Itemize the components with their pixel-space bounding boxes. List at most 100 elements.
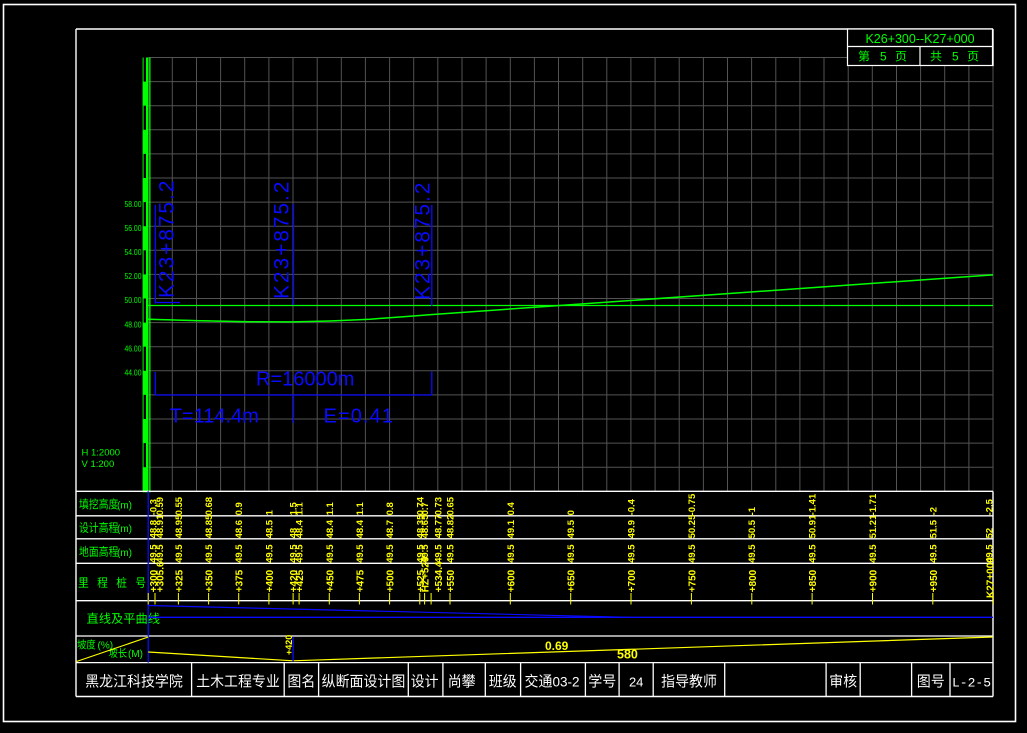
svg-text:50.5: 50.5 [747,519,758,538]
svg-text:0.73: 0.73 [433,497,444,516]
svg-text:0.7: 0.7 [420,502,431,515]
svg-text:49.5: 49.5 [295,544,306,563]
svg-text:0.59: 0.59 [155,497,166,516]
svg-text:0.69: 0.69 [545,639,569,653]
svg-text:49.5: 49.5 [566,519,577,538]
svg-text:+800: +800 [748,569,759,592]
svg-text:49.5: 49.5 [155,544,166,563]
svg-text:0.8: 0.8 [385,502,396,515]
svg-text:48.65: 48.65 [420,514,431,538]
svg-text:+900: +900 [869,569,880,592]
svg-text:L-2-5: L-2-5 [952,676,991,691]
svg-text:0: 0 [566,510,577,515]
svg-text:+534.4: +534.4 [434,561,445,592]
svg-text:-2.5: -2.5 [984,498,995,515]
svg-text:52: 52 [984,528,995,539]
svg-text:R=16000m: R=16000m [256,369,354,391]
svg-text:5: 5 [880,50,887,64]
svg-text:48.82: 48.82 [446,515,457,539]
svg-text:+475: +475 [355,569,366,592]
svg-text:49.5: 49.5 [868,544,879,563]
svg-text:48.4: 48.4 [325,519,336,538]
svg-text:0.68: 0.68 [204,497,215,516]
svg-text:49.5: 49.5 [325,544,336,563]
svg-text:48.7: 48.7 [385,520,396,539]
svg-text:51.21: 51.21 [868,514,879,538]
svg-text:0.9: 0.9 [234,502,245,515]
svg-text:580: 580 [617,648,638,662]
svg-text:(m): (m) [117,501,132,512]
svg-text:-1: -1 [747,506,758,515]
svg-text:+650: +650 [567,569,578,592]
svg-text:K23+875.2: K23+875.2 [271,180,294,299]
svg-text:T=114.4m: T=114.4m [170,406,259,428]
svg-text:51.5: 51.5 [928,519,939,538]
svg-text:58.00: 58.00 [124,199,141,209]
svg-text:+550: +550 [446,569,457,592]
svg-text:+700: +700 [627,569,638,592]
svg-text:49.5: 49.5 [566,544,577,563]
svg-text:48.6: 48.6 [234,520,245,539]
svg-text:49.5: 49.5 [808,544,819,563]
svg-text:0.65: 0.65 [446,496,457,515]
svg-text:49.5: 49.5 [928,544,939,563]
svg-text:HZ+529: HZ+529 [421,556,432,592]
svg-text:+350: +350 [205,569,216,592]
svg-text:+420: +420 [284,635,294,655]
svg-text:48.4: 48.4 [355,519,366,538]
svg-text:49.5: 49.5 [385,544,396,563]
svg-text:1.1: 1.1 [355,501,366,515]
svg-text:+425: +425 [295,569,306,592]
svg-text:H 1:2000: H 1:2000 [82,448,121,459]
svg-text:1.1: 1.1 [295,501,306,515]
svg-text:49.5: 49.5 [204,544,215,563]
svg-text:49.5: 49.5 [446,544,457,563]
svg-text:49.5: 49.5 [433,544,444,563]
svg-text:K23+875.2: K23+875.2 [156,179,179,298]
svg-text:+375: +375 [235,569,246,592]
svg-text:49.5: 49.5 [506,544,517,563]
svg-text:49.5: 49.5 [264,544,275,563]
svg-text:+500: +500 [386,569,397,592]
svg-text:K26+300--K27+000: K26+300--K27+000 [865,32,974,46]
svg-text:50.00: 50.00 [124,295,141,305]
svg-text:48.77: 48.77 [433,515,444,539]
svg-text:-1.71: -1.71 [868,493,879,515]
svg-text:48.5: 48.5 [264,519,275,538]
svg-text:5: 5 [952,50,959,64]
svg-text:0.4: 0.4 [506,501,517,515]
svg-text:48.4: 48.4 [295,519,306,538]
svg-text:+450: +450 [325,569,336,592]
svg-text:-0.75: -0.75 [687,493,698,515]
svg-text:48.95: 48.95 [174,514,185,538]
svg-text:K23+875.2: K23+875.2 [412,181,435,300]
svg-text:(m): (m) [117,548,132,559]
svg-text:+305.6: +305.6 [155,561,166,592]
svg-text:48.91: 48.91 [155,514,166,538]
svg-text:50.91: 50.91 [808,514,819,538]
svg-text:56.00: 56.00 [124,223,141,233]
svg-text:48.85: 48.85 [204,514,215,538]
svg-text:1.1: 1.1 [325,501,336,515]
svg-text:48.00: 48.00 [124,320,141,330]
svg-text:03-2: 03-2 [553,675,580,690]
svg-text:+600: +600 [506,569,517,592]
svg-text:49.5: 49.5 [747,544,758,563]
svg-text:K27+000: K27+000 [985,557,996,598]
svg-text:+750: +750 [687,569,698,592]
svg-text:-0.4: -0.4 [627,498,638,515]
svg-text:52.00: 52.00 [124,271,141,281]
svg-text:24: 24 [629,675,643,690]
svg-text:0.55: 0.55 [174,496,185,515]
svg-text:V 1:200: V 1:200 [82,459,115,470]
svg-text:44.00: 44.00 [124,368,141,378]
svg-text:49.9: 49.9 [627,520,638,539]
svg-text:-1.41: -1.41 [808,493,819,515]
svg-text:49.5: 49.5 [355,544,366,563]
svg-text:+850: +850 [808,569,819,592]
svg-text:+325: +325 [174,569,185,592]
svg-text:-2: -2 [928,507,939,515]
svg-text:46.00: 46.00 [124,344,141,354]
svg-text:49.5: 49.5 [687,544,698,563]
svg-text:+950: +950 [929,569,940,592]
